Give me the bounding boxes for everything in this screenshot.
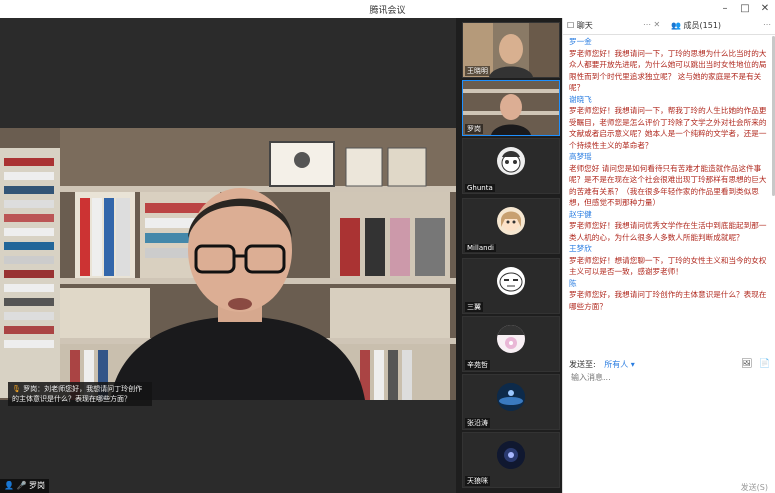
- close-panel-icon[interactable]: ⋯: [763, 20, 771, 29]
- message-text: 罗老师您好，我想请问丁玲创作的主体意识是什么？表现在哪些方面？: [569, 290, 767, 311]
- participant-name: 三翼: [465, 302, 483, 312]
- participant-avatar: [497, 441, 525, 469]
- message-text: 罗老师您好！我想请问优秀文学作在生活中到底能起到那一类人机的心，为什么很多人多数…: [569, 221, 767, 242]
- chat-message: 赵宇健 罗老师您好！我想请问优秀文学作在生活中到底能起到那一类人机的心，为什么很…: [569, 209, 767, 244]
- participant-name: 罗岗: [465, 124, 483, 134]
- participant-tile[interactable]: 张沿涛: [462, 374, 560, 430]
- send-to-label: 发送至:: [569, 360, 596, 369]
- image-icon[interactable]: 🖼: [741, 359, 752, 369]
- participant-name: 天狼咪: [465, 476, 490, 486]
- participant-name: Millandi: [465, 244, 496, 252]
- participant-tile[interactable]: 罗岗: [462, 80, 560, 136]
- chat-icon: ☐: [567, 21, 575, 30]
- user-icon: 👤: [4, 481, 14, 490]
- send-button[interactable]: 发送(S): [741, 482, 768, 493]
- main-video-area[interactable]: 🎙 罗岗：刘老师您好，我想请问丁玲创作的主体意识是什么？表现在哪些方面？ 👤 🎤…: [0, 18, 456, 493]
- participant-name: 张沿涛: [465, 418, 490, 428]
- chat-message: 罗一金 罗老师您好！我想请问一下，丁玲的思想为什么比当时的大众人都要开放先进呢，…: [569, 36, 767, 94]
- chat-message: 高梦瑶 老师您好 请问您是如何看待只有苦难才能造就作品这件事呢？是不是在现在这个…: [569, 151, 767, 209]
- chat-message: 王梦欣 罗老师您好！想请您聊一下，丁玲的女性主义和当今的女权主义可以是否一致，感…: [569, 243, 767, 278]
- message-sender: 罗一金: [569, 37, 592, 46]
- speaker-video: [0, 128, 456, 400]
- message-sender: 高梦瑶: [569, 152, 592, 161]
- participant-tile[interactable]: 三翼: [462, 258, 560, 314]
- tab-members[interactable]: 👥 成员(151): [671, 20, 721, 31]
- subtitle-text: 罗岗：刘老师您好，我想请问丁玲创作的主体意识是什么？表现在哪些方面？: [12, 385, 143, 403]
- message-sender: 谢晓飞: [569, 94, 592, 104]
- close-icon[interactable]: ✕: [758, 2, 772, 15]
- mic-on-icon: 🎤: [16, 481, 27, 490]
- speaker-video-scene: [0, 128, 456, 400]
- members-icon: 👥: [671, 21, 681, 30]
- participant-avatar: [497, 383, 525, 411]
- window-title: 腾讯会议: [369, 6, 406, 16]
- participant-name: 王晓明: [465, 66, 490, 76]
- participant-tile[interactable]: Millandi: [462, 198, 560, 254]
- participant-tile[interactable]: 王晓明: [462, 22, 560, 78]
- message-text: 罗老师您好！我想请问一下，帮我丁玲的人生比她的作品更受瞩目，老师您是怎么评价丁玲…: [569, 106, 767, 150]
- minimize-icon[interactable]: –: [718, 2, 732, 15]
- send-to-value: 所有人: [604, 360, 629, 369]
- message-sender: 王梦欣: [569, 244, 592, 253]
- send-to-selector[interactable]: 发送至: 所有人 ▾: [569, 359, 635, 370]
- message-sender: 陈: [569, 278, 577, 288]
- speaker-name: 罗岗: [29, 481, 46, 490]
- maximize-icon[interactable]: □: [738, 2, 752, 15]
- file-icon[interactable]: 📄: [759, 359, 770, 369]
- chevron-down-icon: ▾: [630, 360, 635, 369]
- live-subtitle: 🎙 罗岗：刘老师您好，我想请问丁玲创作的主体意识是什么？表现在哪些方面？: [8, 382, 152, 406]
- participant-tile[interactable]: 辛苑哲: [462, 316, 560, 372]
- participant-name: Ghunta: [465, 184, 495, 192]
- speaker-name-tag: 👤 🎤 罗岗: [0, 479, 50, 493]
- more-icon[interactable]: ⋯ ✕: [643, 20, 660, 29]
- message-sender: 赵宇健: [569, 209, 592, 219]
- message-input-area[interactable]: [569, 372, 769, 482]
- message-text: 罗老师您好！想请您聊一下，丁玲的女性主义和当今的女权主义可以是否一致，感谢罗老师…: [569, 255, 767, 277]
- participant-avatar: [497, 147, 525, 175]
- message-text: 罗老师您好！我想请问一下，丁玲的思想为什么比当时的大众人都要开放先进呢，为什么她…: [569, 48, 767, 93]
- participant-avatar: [497, 207, 525, 235]
- chat-message: 谢晓飞 罗老师您好！我想请问一下，帮我丁玲的人生比她的作品更受瞩目，老师您是怎么…: [569, 94, 767, 152]
- message-input[interactable]: [569, 372, 763, 383]
- participant-tile[interactable]: 天狼咪: [462, 432, 560, 488]
- participant-thumbnails: 王晓明 罗岗 Ghunta Millandi 三翼 辛苑哲 张沿涛 天狼咪: [456, 18, 562, 493]
- participant-avatar: [497, 267, 525, 295]
- chat-tabs: ☐ 聊天 ⋯ ✕ 👥 成员(151) ⋯: [563, 18, 775, 35]
- participant-tile[interactable]: Ghunta: [462, 138, 560, 194]
- message-text: 老师您好 请问您是如何看待只有苦难才能造就作品这件事呢？是不是在现在这个社会很难…: [569, 163, 767, 208]
- tab-chat[interactable]: ☐ 聊天: [567, 20, 593, 31]
- chat-message: 陈 罗老师您好，我想请问丁玲创作的主体意识是什么？表现在哪些方面？: [569, 278, 767, 313]
- microphone-icon: 🎙: [12, 385, 21, 393]
- chat-panel: ☐ 聊天 ⋯ ✕ 👥 成员(151) ⋯ 罗一金 罗老师您好！我想请问一下，丁玲…: [562, 18, 775, 493]
- participant-avatar: [497, 325, 525, 353]
- chat-messages: 罗一金 罗老师您好！我想请问一下，丁玲的思想为什么比当时的大众人都要开放先进呢，…: [569, 36, 767, 366]
- title-bar: 腾讯会议 – □ ✕: [0, 0, 775, 19]
- participant-name: 辛苑哲: [465, 360, 490, 370]
